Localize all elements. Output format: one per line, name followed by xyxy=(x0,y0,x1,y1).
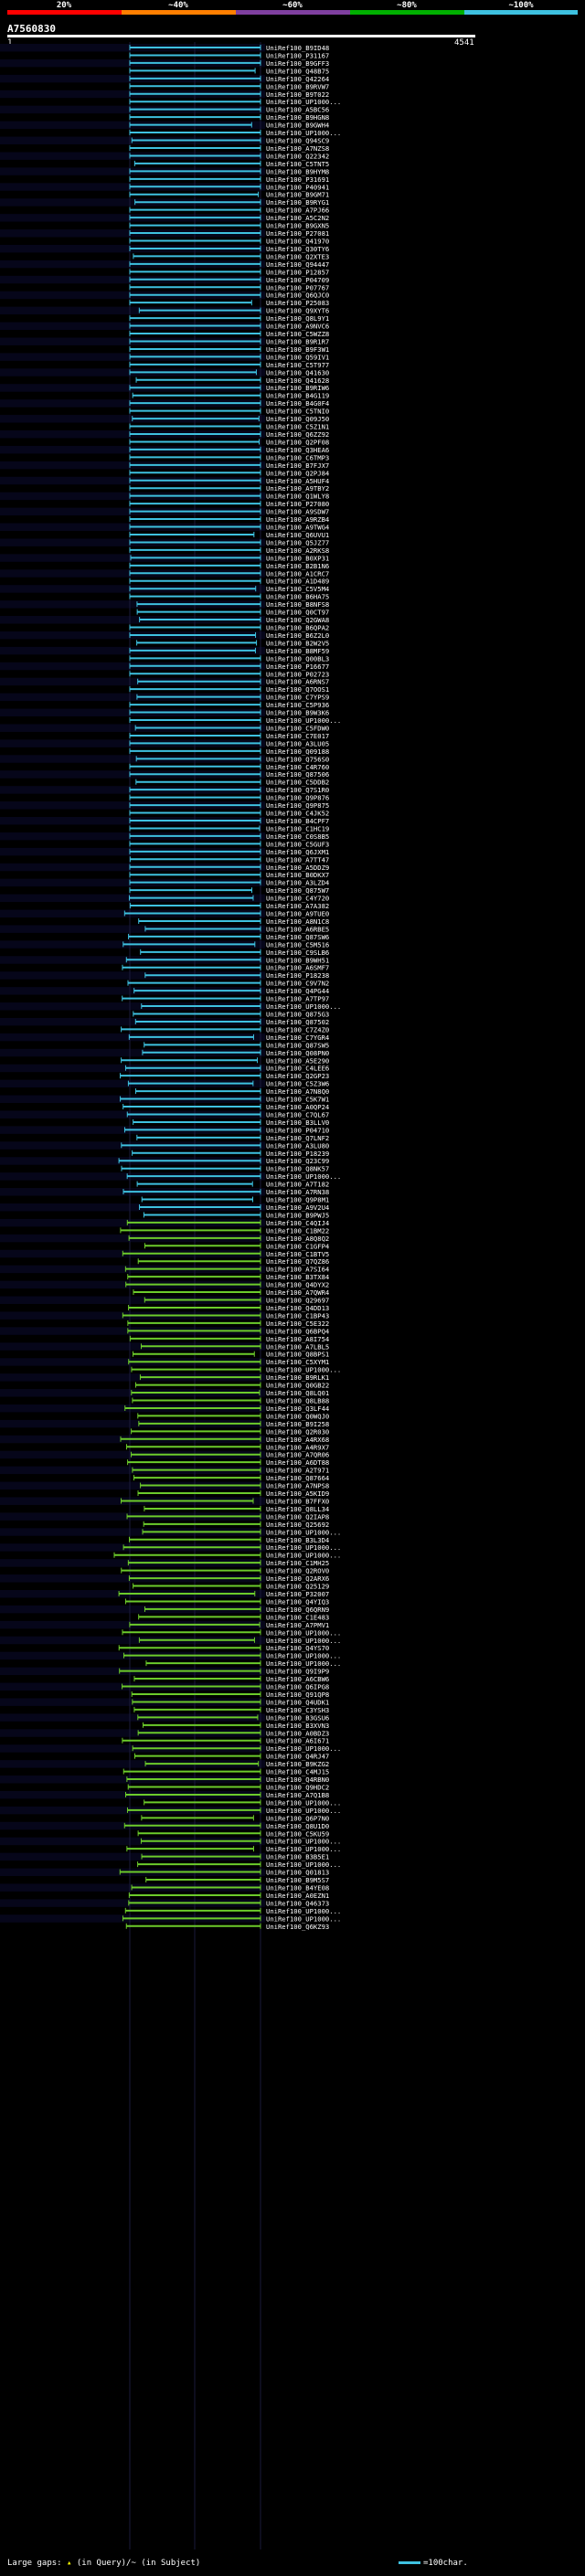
alignment-hits-panel: UniRef100_B9ID48UniRef100_P31167UniRef10… xyxy=(0,42,341,2549)
hit-row[interactable]: UniRef100_Q6KZ93 xyxy=(125,1923,329,1931)
legend-scale-text: =100char. xyxy=(423,2559,468,2568)
legend-scale: =100char. xyxy=(399,2559,468,2568)
legend-query-text: (in Query)/ xyxy=(71,2559,132,2568)
legend-prefix: Large gaps: xyxy=(7,2559,68,2568)
hit-label[interactable]: UniRef100_Q6KZ93 xyxy=(266,1923,329,1931)
scale-line-icon xyxy=(399,2561,420,2564)
legend-large-gaps: Large gaps: ▴ (in Query)/~ (in Subject) xyxy=(7,2559,200,2568)
legend-subject-text: (in Subject) xyxy=(135,2559,201,2568)
